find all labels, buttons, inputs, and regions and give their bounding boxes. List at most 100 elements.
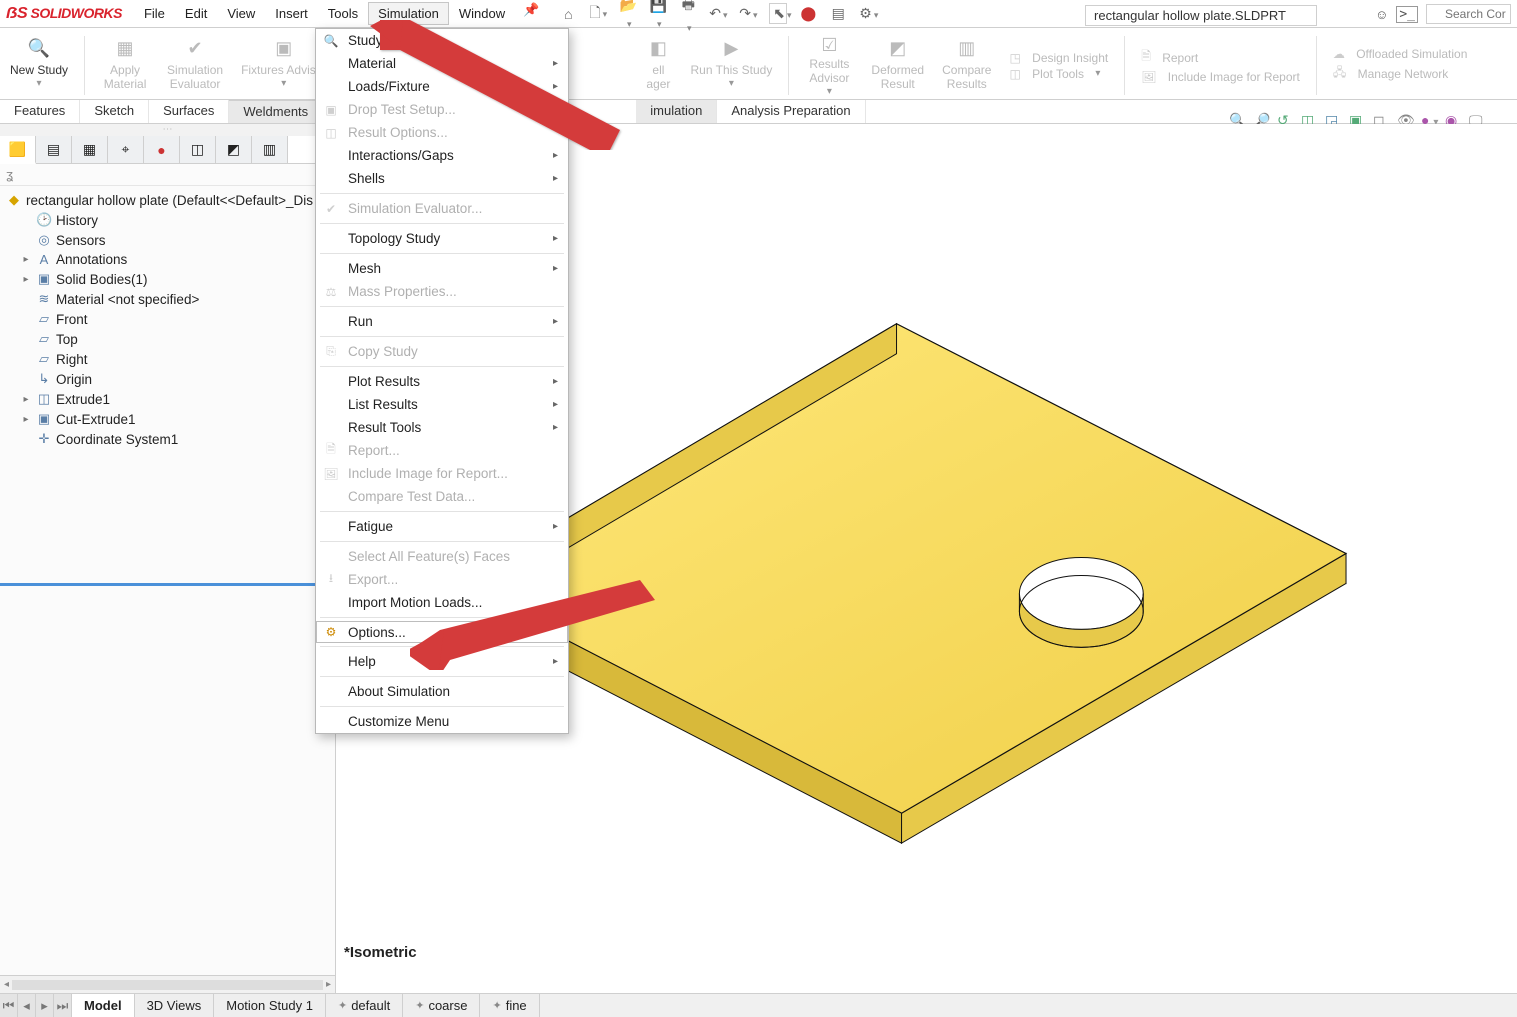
- tab-nav-next[interactable]: ▸: [36, 994, 54, 1017]
- menu-insert[interactable]: Insert: [265, 2, 318, 25]
- bottom-tab-bar: ⏮ ◂ ▸ ⏭ Model 3D Views Motion Study 1 ✦d…: [0, 993, 1517, 1017]
- menu-view[interactable]: View: [217, 2, 265, 25]
- bottom-tab-study-fine[interactable]: ✦fine: [480, 994, 539, 1017]
- menu-edit[interactable]: Edit: [175, 2, 217, 25]
- tab-nav-last[interactable]: ⏭: [54, 994, 72, 1017]
- new-doc-icon[interactable]: 🗋: [589, 2, 607, 26]
- tree-right-plane[interactable]: ▱Right: [6, 349, 331, 369]
- menu-simulation[interactable]: Simulation: [368, 2, 449, 25]
- menu-plot-results[interactable]: Plot Results▸: [316, 370, 568, 393]
- tree-annotations[interactable]: ▸AAnnotations: [6, 250, 331, 269]
- new-study-button[interactable]: 🔍 New Study ▾: [6, 32, 72, 99]
- command-search-icon[interactable]: >_: [1396, 6, 1418, 23]
- tree-top-plane[interactable]: ▱Top: [6, 329, 331, 349]
- tab-surfaces[interactable]: Surfaces: [149, 100, 229, 123]
- menu-about-simulation[interactable]: About Simulation: [316, 680, 568, 703]
- fm-tab-display[interactable]: ●: [144, 136, 180, 163]
- simulation-evaluator-button[interactable]: ✔ Simulation Evaluator: [163, 32, 227, 99]
- menu-run[interactable]: Run▸: [316, 310, 568, 333]
- rebuild-icon[interactable]: ⬤: [799, 5, 817, 22]
- menu-help[interactable]: Help▸: [316, 650, 568, 673]
- apply-material-button[interactable]: ▦ Apply Material: [97, 32, 153, 99]
- home-icon[interactable]: ⌂: [559, 6, 577, 22]
- menu-result-tools[interactable]: Result Tools▸: [316, 416, 568, 439]
- fm-tab-dimxpert[interactable]: ⌖: [108, 136, 144, 163]
- deformed-result-button[interactable]: ◩ Deformed Result: [867, 32, 928, 99]
- sensors-icon: ◎: [36, 232, 52, 248]
- export-icon: ⭳: [322, 569, 340, 590]
- menu-file[interactable]: File: [134, 2, 175, 25]
- fm-tab-property[interactable]: ▤: [36, 136, 72, 163]
- tree-front-plane[interactable]: ▱Front: [6, 309, 331, 329]
- tab-simulation[interactable]: imulation: [636, 100, 717, 123]
- tree-solid-bodies[interactable]: ▸▣Solid Bodies(1): [6, 269, 331, 289]
- compare-results-button[interactable]: ▥ Compare Results: [938, 32, 995, 99]
- tab-nav-prev[interactable]: ◂: [18, 994, 36, 1017]
- tab-analysis-preparation[interactable]: Analysis Preparation: [717, 100, 865, 123]
- fm-filter-bar[interactable]: ʓ: [0, 164, 335, 186]
- plot-tools-button[interactable]: ◫ Plot Tools ▾: [1005, 67, 1112, 81]
- tab-sketch[interactable]: Sketch: [80, 100, 149, 123]
- menu-interactions-gaps[interactable]: Interactions/Gaps▸: [316, 144, 568, 167]
- tab-weldments[interactable]: Weldments: [229, 100, 323, 123]
- save-icon[interactable]: 💾: [649, 0, 667, 30]
- results-advisor-button[interactable]: ☑ Results Advisor▾: [801, 32, 857, 99]
- bottom-tab-study-coarse[interactable]: ✦coarse: [403, 994, 480, 1017]
- menu-mesh[interactable]: Mesh▸: [316, 257, 568, 280]
- help-icon[interactable]: ☺: [1375, 7, 1388, 22]
- menu-options[interactable]: ⚙Options...: [316, 621, 568, 643]
- tree-history[interactable]: 🕑History: [6, 210, 331, 230]
- app-logo: ẞS SOLIDWORKS: [6, 5, 122, 23]
- redo-icon[interactable]: ↷: [739, 5, 757, 22]
- menu-mass-properties: ⚖Mass Properties...: [316, 280, 568, 303]
- fm-tab-config[interactable]: ▦: [72, 136, 108, 163]
- fm-tab-decal[interactable]: ◫: [180, 136, 216, 163]
- run-study-button[interactable]: ▶ Run This Study▾: [686, 32, 776, 99]
- menu-shells[interactable]: Shells▸: [316, 167, 568, 190]
- print-icon[interactable]: 🖶: [679, 0, 697, 34]
- tree-material[interactable]: ≋Material <not specified>: [6, 289, 331, 309]
- report-button[interactable]: 🗎 Report: [1137, 47, 1304, 68]
- tab-nav-first[interactable]: ⏮: [0, 994, 18, 1017]
- menu-loads-fixture[interactable]: Loads/Fixture▸: [316, 75, 568, 98]
- tree-origin[interactable]: ↳Origin: [6, 369, 331, 389]
- menu-study[interactable]: 🔍Study...: [316, 29, 568, 52]
- shell-manager-button[interactable]: ◧ ell ager: [640, 32, 676, 99]
- menu-customize[interactable]: Customize Menu: [316, 710, 568, 733]
- bottom-tab-motion-study[interactable]: Motion Study 1: [214, 994, 326, 1017]
- tree-sensors[interactable]: ◎Sensors: [6, 230, 331, 250]
- menu-topology-study[interactable]: Topology Study▸: [316, 227, 568, 250]
- tree-root[interactable]: ◆ rectangular hollow plate (Default<<Def…: [6, 190, 331, 210]
- menu-copy-study: ⎘Copy Study: [316, 340, 568, 363]
- panel-splitter[interactable]: ⋯: [0, 124, 335, 136]
- fm-tab-cam[interactable]: ◩: [216, 136, 252, 163]
- tree-cut-extrude1[interactable]: ▸▣Cut-Extrude1: [6, 409, 331, 429]
- tree-extrude1[interactable]: ▸◫Extrude1: [6, 389, 331, 409]
- pin-menu-icon[interactable]: 📌: [523, 2, 539, 25]
- offloaded-sim-button[interactable]: ☁ Offloaded Simulation: [1329, 47, 1472, 61]
- design-insight-button[interactable]: ◳ Design Insight: [1005, 51, 1112, 65]
- menu-fatigue[interactable]: Fatigue▸: [316, 515, 568, 538]
- fm-tab-tree[interactable]: 🟨: [0, 136, 36, 164]
- menu-material[interactable]: Material▸: [316, 52, 568, 75]
- bottom-tab-3dviews[interactable]: 3D Views: [135, 994, 215, 1017]
- settings-gear-icon[interactable]: ⚙: [859, 5, 877, 22]
- undo-icon[interactable]: ↶: [709, 5, 727, 22]
- search-input[interactable]: [1426, 4, 1511, 24]
- open-doc-icon[interactable]: 📂: [619, 0, 637, 30]
- manage-network-button[interactable]: 🖧 Manage Network: [1329, 63, 1472, 84]
- menu-import-motion[interactable]: Import Motion Loads...: [316, 591, 568, 614]
- tab-features[interactable]: Features: [0, 100, 80, 123]
- select-icon[interactable]: ⬉: [769, 3, 787, 24]
- origin-icon: ↳: [36, 371, 52, 387]
- menu-list-results[interactable]: List Results▸: [316, 393, 568, 416]
- options-icon[interactable]: ▤: [829, 5, 847, 22]
- bottom-tab-model[interactable]: Model: [72, 994, 135, 1017]
- bottom-tab-study-default[interactable]: ✦default: [326, 994, 403, 1017]
- include-image-button[interactable]: 🖼 Include Image for Report: [1137, 70, 1304, 84]
- tree-coord-sys1[interactable]: ✛Coordinate System1: [6, 429, 331, 449]
- menu-tools[interactable]: Tools: [318, 2, 368, 25]
- menu-window[interactable]: Window: [449, 2, 515, 25]
- fm-tab-filter[interactable]: ▥: [252, 136, 288, 163]
- fm-scrollbar[interactable]: ◂▸: [0, 975, 335, 993]
